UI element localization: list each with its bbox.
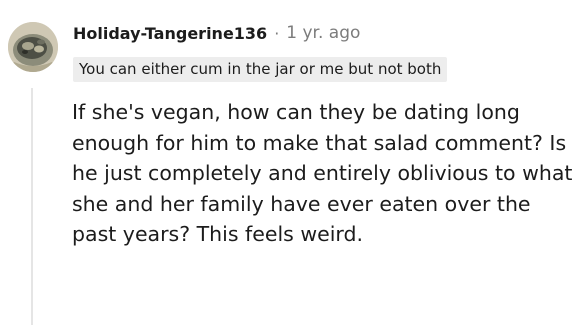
- comment: Holiday-Tangerine136 · 1 yr. ago You can…: [0, 0, 581, 325]
- timestamp-link[interactable]: 1 yr. ago: [286, 23, 360, 43]
- thread-line[interactable]: [31, 88, 33, 325]
- user-flair: You can either cum in the jar or me but …: [73, 57, 448, 82]
- separator-dot: ·: [274, 23, 280, 43]
- avatar[interactable]: [8, 22, 58, 72]
- comment-header: Holiday-Tangerine136 · 1 yr. ago: [73, 20, 360, 46]
- avatar-image-icon: [8, 22, 58, 72]
- comment-body: If she's vegan, how can they be dating l…: [72, 100, 573, 247]
- username-link[interactable]: Holiday-Tangerine136: [73, 24, 267, 43]
